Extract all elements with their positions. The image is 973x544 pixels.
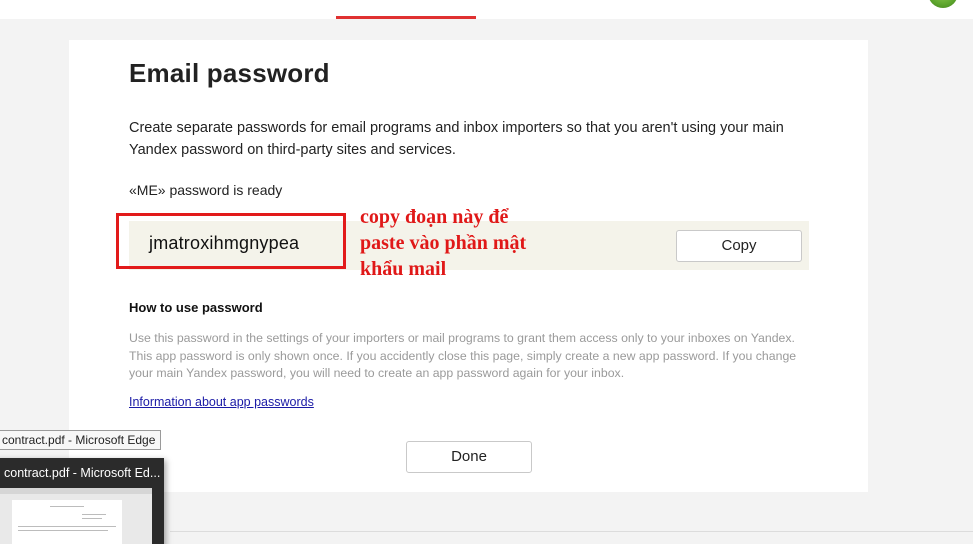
done-button[interactable]: Done [406,441,532,473]
taskbar-preview[interactable]: contract.pdf - Microsoft Ed... [0,458,164,544]
preview-thumbnail[interactable] [0,488,152,544]
taskbar-tooltip: contract.pdf - Microsoft Edge [0,430,162,450]
top-bar [0,0,973,19]
password-ready-text: «ME» password is ready [129,182,283,198]
page: Email password Create separate passwords… [0,0,973,544]
thumbnail-toolbar [0,488,152,494]
howto-body: Use this password in the settings of you… [129,331,797,380]
annotation-note: copy đoạn này để paste vào phần mật khẩu… [360,206,527,280]
preview-title: contract.pdf - Microsoft Ed... [4,466,161,480]
thumbnail-line [18,530,108,531]
user-avatar[interactable] [928,0,958,8]
page-title: Email password [129,58,330,88]
bottom-divider [170,531,973,532]
password-highlight-box [116,213,346,269]
thumbnail-document [12,500,122,544]
thumbnail-line [82,518,102,519]
howto-title: How to use password [129,300,263,315]
copy-button[interactable]: Copy [676,230,802,262]
thumbnail-line [50,506,84,507]
thumbnail-line [82,514,106,515]
info-link[interactable]: Information about app passwords [129,395,314,409]
active-tab-indicator [336,16,476,19]
page-description: Create separate passwords for email prog… [129,120,784,158]
thumbnail-line [18,526,116,527]
